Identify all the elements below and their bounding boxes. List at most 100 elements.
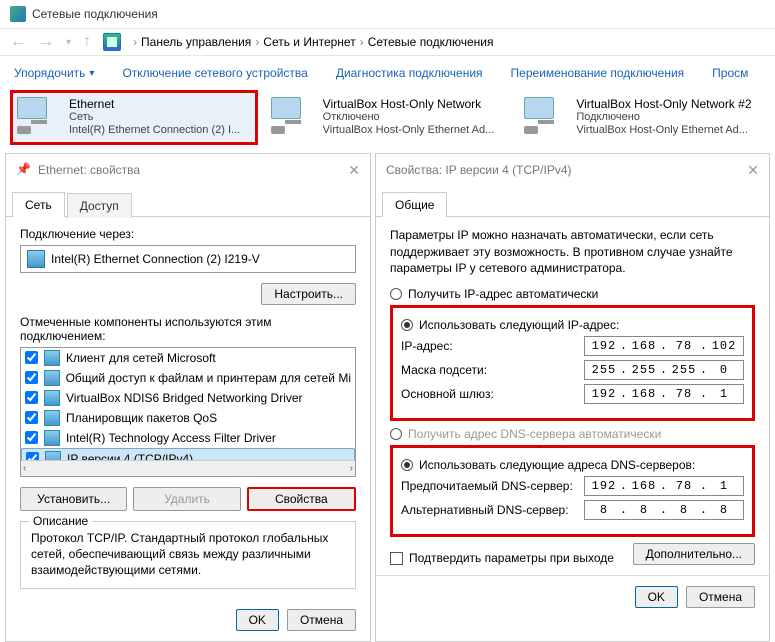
- cancel-button[interactable]: Отмена: [287, 609, 356, 631]
- adapters-list: Ethernet Сеть Intel(R) Ethernet Connecti…: [0, 90, 775, 153]
- adapter-name: VirtualBox Host-Only Network: [323, 97, 505, 111]
- diagnose-button[interactable]: Диагностика подключения: [336, 66, 483, 80]
- navbar: ← → ▾ ↑ › Панель управления › Сеть и Инт…: [0, 29, 775, 56]
- adapter-vbox1[interactable]: VirtualBox Host-Only Network Отключено V…: [264, 90, 512, 145]
- organize-button[interactable]: Упорядочить ▾: [14, 66, 94, 80]
- radio-icon[interactable]: [401, 459, 413, 471]
- ipv4-properties-dialog: Свойства: IP версии 4 (TCP/IPv4) ✕ Общие…: [375, 153, 770, 642]
- breadcrumb-item[interactable]: Сетевые подключения: [368, 35, 494, 49]
- ok-button[interactable]: OK: [236, 609, 279, 631]
- confirm-checkbox-row[interactable]: Подтвердить параметры при выходе: [390, 551, 614, 565]
- component-checkbox[interactable]: [25, 411, 38, 424]
- gateway-input[interactable]: 192.168.78.1: [584, 384, 744, 404]
- tabs: Общие: [376, 191, 769, 217]
- adapter-desc: Intel(R) Ethernet Connection (2) I...: [69, 123, 251, 138]
- breadcrumb-item[interactable]: Сеть и Интернет: [263, 35, 355, 49]
- tabs: Сеть Доступ: [6, 191, 370, 217]
- forward-icon[interactable]: →: [38, 33, 54, 51]
- titlebar: Сетевые подключения: [0, 0, 775, 29]
- tab-network[interactable]: Сеть: [12, 192, 65, 217]
- radio-icon: [390, 428, 402, 440]
- adapter-status: Отключено: [323, 111, 505, 123]
- disable-device-button[interactable]: Отключение сетевого устройства: [122, 66, 307, 80]
- component-checkbox[interactable]: [25, 351, 38, 364]
- adapter-desc: VirtualBox Host-Only Ethernet Ad...: [323, 123, 505, 138]
- radio-icon[interactable]: [401, 319, 413, 331]
- advanced-button[interactable]: Дополнительно...: [633, 543, 755, 565]
- back-icon[interactable]: ←: [10, 33, 26, 51]
- adapter-icon: [271, 97, 315, 133]
- ip-input[interactable]: 192.168.78.102: [584, 336, 744, 356]
- mask-label: Маска подсети:: [401, 363, 574, 377]
- pin-icon: 📌: [16, 162, 32, 178]
- nic-name: Intel(R) Ethernet Connection (2) I219-V: [51, 252, 260, 266]
- connect-through-box: Intel(R) Ethernet Connection (2) I219-V: [20, 245, 356, 273]
- components-list[interactable]: Клиент для сетей Microsoft Общий доступ …: [20, 347, 356, 477]
- component-icon: [44, 430, 60, 446]
- description-group: Описание Протокол TCP/IP. Стандартный пр…: [20, 521, 356, 590]
- control-panel-icon: [103, 33, 121, 51]
- component-icon: [44, 410, 60, 426]
- window-title: Сетевые подключения: [32, 7, 158, 21]
- component-item[interactable]: Intel(R) Technology Access Filter Driver: [21, 428, 355, 448]
- description-text: Протокол TCP/IP. Стандартный протокол гл…: [31, 530, 345, 579]
- install-button[interactable]: Установить...: [20, 487, 127, 511]
- mask-input[interactable]: 255.255.255.0: [584, 360, 744, 380]
- ip-label: IP-адрес:: [401, 339, 574, 353]
- close-icon[interactable]: ✕: [348, 162, 360, 179]
- network-connections-icon: [10, 6, 26, 22]
- rename-button[interactable]: Переименование подключения: [511, 66, 685, 80]
- radio-manual-dns[interactable]: Использовать следующие адреса DNS-сервер…: [401, 458, 744, 472]
- radio-manual-ip[interactable]: Использовать следующий IP-адрес:: [401, 318, 744, 332]
- adapter-vbox2[interactable]: VirtualBox Host-Only Network #2 Подключе…: [517, 90, 765, 145]
- adapter-ethernet[interactable]: Ethernet Сеть Intel(R) Ethernet Connecti…: [10, 90, 258, 145]
- ethernet-properties-dialog: 📌 Ethernet: свойства ✕ Сеть Доступ Подкл…: [5, 153, 371, 642]
- component-icon: [44, 350, 60, 366]
- dns2-label: Альтернативный DNS-сервер:: [401, 503, 574, 517]
- connect-through-label: Подключение через:: [20, 227, 356, 241]
- adapter-status: Сеть: [69, 111, 251, 123]
- breadcrumb[interactable]: › Панель управления › Сеть и Интернет › …: [133, 35, 493, 49]
- radio-icon[interactable]: [390, 288, 402, 300]
- components-label: Отмеченные компоненты используются этим …: [20, 315, 356, 343]
- component-item[interactable]: Планировщик пакетов QoS: [21, 408, 355, 428]
- nic-icon: [27, 250, 45, 268]
- component-checkbox[interactable]: [25, 431, 38, 444]
- scrollbar[interactable]: ‹›: [21, 460, 355, 476]
- remove-button[interactable]: Удалить: [133, 487, 240, 511]
- dns2-input[interactable]: 8.8.8.8: [584, 500, 744, 520]
- configure-button[interactable]: Настроить...: [261, 283, 356, 305]
- tab-access[interactable]: Доступ: [67, 193, 132, 218]
- up-icon[interactable]: ↑: [83, 33, 91, 51]
- view-button[interactable]: Просм: [712, 66, 748, 80]
- adapter-status: Подключено: [576, 111, 758, 123]
- component-item[interactable]: VirtualBox NDIS6 Bridged Networking Driv…: [21, 388, 355, 408]
- radio-auto-dns: Получить адрес DNS-сервера автоматически: [390, 427, 755, 441]
- component-icon: [44, 370, 60, 386]
- radio-auto-ip[interactable]: Получить IP-адрес автоматически: [390, 287, 755, 301]
- breadcrumb-item[interactable]: Панель управления: [141, 35, 251, 49]
- adapter-icon: [524, 97, 568, 133]
- dns1-label: Предпочитаемый DNS-сервер:: [401, 479, 574, 493]
- checkbox-icon[interactable]: [390, 552, 403, 565]
- component-item[interactable]: Общий доступ к файлам и принтерам для се…: [21, 368, 355, 388]
- cancel-button[interactable]: Отмена: [686, 586, 755, 608]
- component-checkbox[interactable]: [25, 391, 38, 404]
- gateway-label: Основной шлюз:: [401, 387, 574, 401]
- dns1-input[interactable]: 192.168.78.1: [584, 476, 744, 496]
- command-bar: Упорядочить ▾ Отключение сетевого устрой…: [0, 56, 775, 90]
- properties-button[interactable]: Свойства: [247, 487, 356, 511]
- close-icon[interactable]: ✕: [747, 162, 759, 179]
- history-dropdown-icon[interactable]: ▾: [66, 37, 71, 48]
- manual-ip-block: Использовать следующий IP-адрес: IP-адре…: [390, 305, 755, 421]
- component-checkbox[interactable]: [25, 371, 38, 384]
- adapter-desc: VirtualBox Host-Only Ethernet Ad...: [576, 123, 758, 138]
- component-icon: [44, 390, 60, 406]
- adapter-name: VirtualBox Host-Only Network #2: [576, 97, 758, 111]
- info-text: Параметры IP можно назначать автоматичес…: [390, 227, 755, 277]
- ok-button[interactable]: OK: [635, 586, 678, 608]
- tab-general[interactable]: Общие: [382, 192, 447, 217]
- component-item[interactable]: Клиент для сетей Microsoft: [21, 348, 355, 368]
- adapter-icon: [17, 97, 61, 133]
- dialog-title: Ethernet: свойства: [38, 163, 140, 177]
